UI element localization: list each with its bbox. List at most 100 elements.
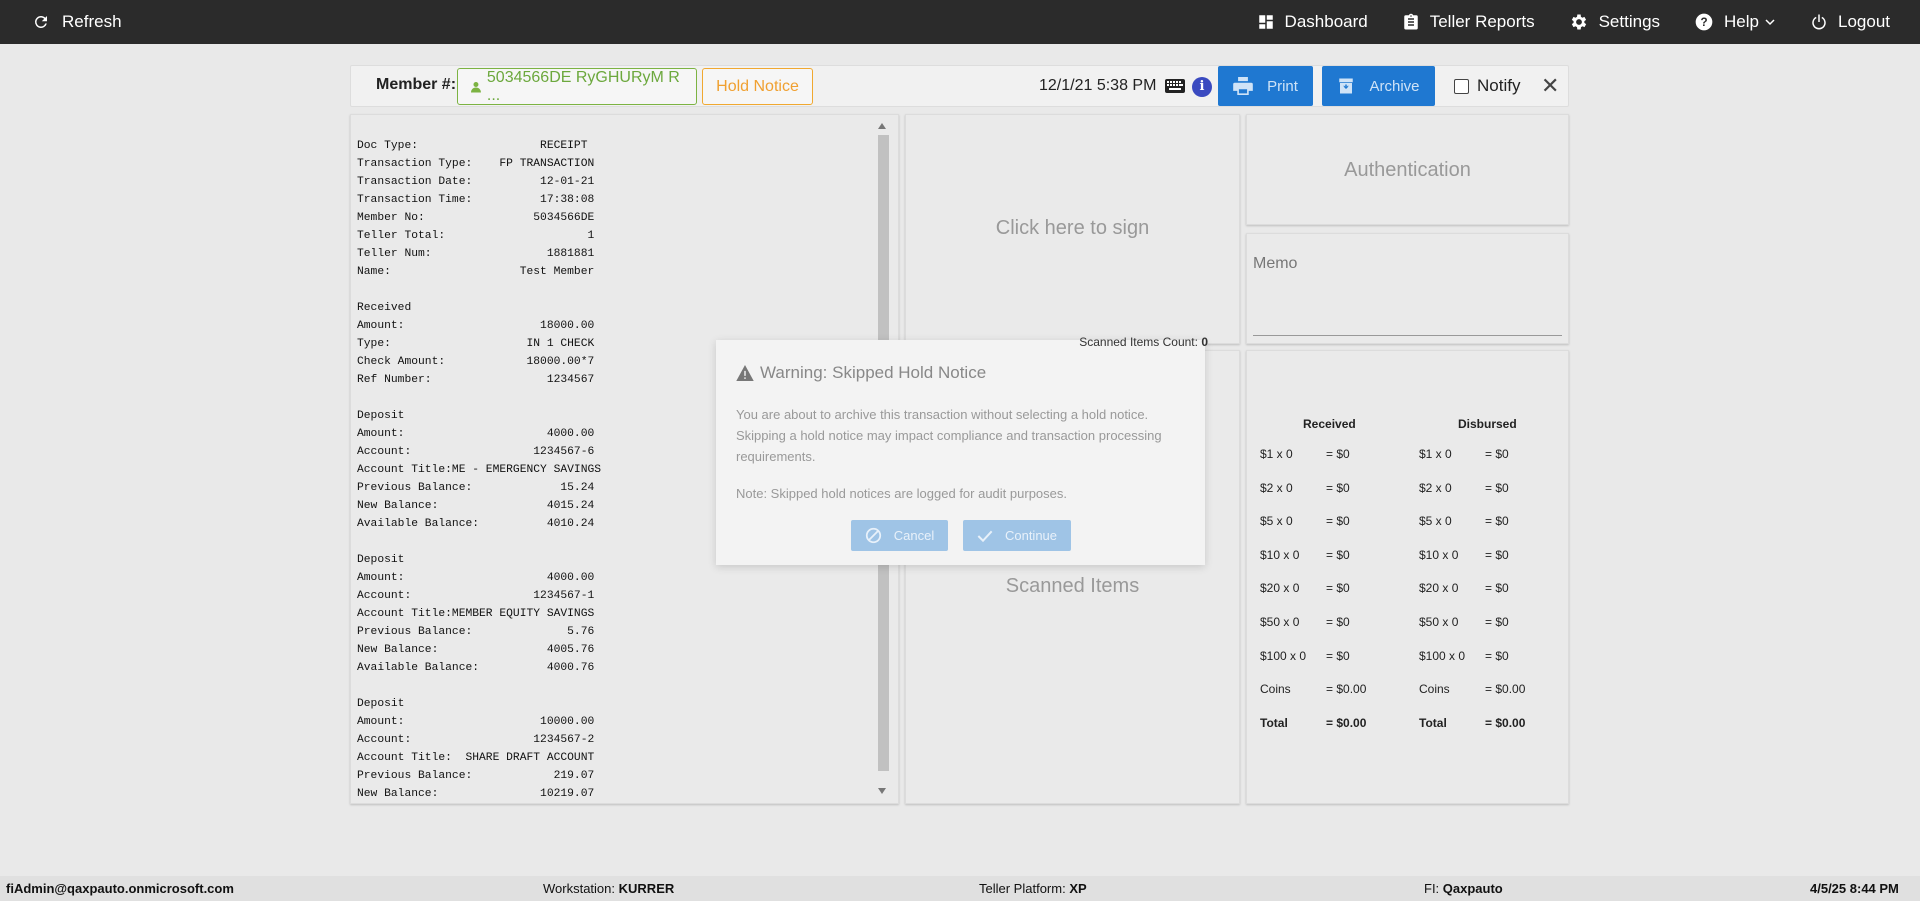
archive-button[interactable]: Archive bbox=[1322, 66, 1435, 106]
cash-denomination: $2 x 0 bbox=[1419, 480, 1452, 495]
cash-denomination: $10 x 0 bbox=[1260, 547, 1300, 562]
scanned-items-label: Scanned Items bbox=[1005, 575, 1140, 597]
scanned-items-count: Scanned Items Count: 0 bbox=[1079, 335, 1208, 349]
cash-amount: = $0 bbox=[1485, 615, 1509, 629]
footer-workstation: Workstation: KURRER bbox=[543, 881, 674, 896]
cash-denomination: $20 x 0 bbox=[1260, 581, 1300, 596]
cash-denomination: Total bbox=[1260, 715, 1288, 730]
scanned-count-label: Scanned Items Count: bbox=[1079, 335, 1198, 349]
cancel-label: Cancel bbox=[893, 528, 935, 543]
refresh-icon bbox=[35, 16, 47, 28]
cash-denomination: Total bbox=[1419, 715, 1447, 730]
cancel-button[interactable]: Cancel bbox=[851, 520, 948, 551]
workstation-value: KURRER bbox=[618, 881, 675, 896]
settings-link[interactable]: Settings bbox=[1569, 0, 1660, 44]
footer-user: fiAdmin@qaxpauto.onmicrosoft.com bbox=[6, 881, 234, 896]
logout-link[interactable]: Logout bbox=[1810, 0, 1890, 44]
dialog-title-text: Warning: Skipped Hold Notice bbox=[760, 363, 987, 382]
notify-checkbox-box[interactable] bbox=[1454, 78, 1469, 94]
cash-denomination: $20 x 0 bbox=[1419, 581, 1459, 596]
cash-denomination: $50 x 0 bbox=[1260, 615, 1300, 629]
dialog-message: You are about to archive this transactio… bbox=[736, 407, 1162, 464]
authentication-label: Authentication bbox=[1344, 159, 1471, 181]
cash-amount: = $0 bbox=[1485, 581, 1509, 596]
memo-input[interactable] bbox=[1253, 335, 1562, 336]
cash-amount: = $0 bbox=[1326, 480, 1350, 495]
cash-amount: = $0.00 bbox=[1326, 682, 1367, 697]
signature-prompt: Click here to sign bbox=[995, 217, 1150, 239]
signature-pad[interactable]: Click here to sign bbox=[905, 114, 1240, 344]
svg-text:?: ? bbox=[1700, 16, 1707, 29]
cash-denomination: $1 x 0 bbox=[1260, 447, 1293, 461]
platform-value: XP bbox=[1069, 881, 1087, 896]
cash-denomination: $5 x 0 bbox=[1419, 514, 1452, 529]
keyboard-icon[interactable] bbox=[1165, 79, 1185, 93]
cash-amount: = $0.00 bbox=[1326, 715, 1367, 730]
ban-icon bbox=[865, 527, 881, 544]
cash-denomination: $100 x 0 bbox=[1419, 648, 1466, 663]
check-icon bbox=[977, 530, 993, 542]
cash-amount: = $0 bbox=[1326, 547, 1350, 562]
printer-icon bbox=[1233, 77, 1253, 95]
archive-label: Archive bbox=[1369, 77, 1420, 95]
cash-denomination: $1 x 0 bbox=[1419, 447, 1452, 461]
dashboard-icon bbox=[1258, 15, 1273, 29]
gear-icon bbox=[1571, 14, 1586, 30]
disbursed-header: Disbursed bbox=[1458, 417, 1517, 431]
scroll-up-arrow-icon[interactable] bbox=[878, 123, 886, 129]
cash-amount: = $0 bbox=[1326, 648, 1350, 663]
scroll-down-arrow-icon[interactable] bbox=[878, 788, 886, 794]
cash-amount: = $0 bbox=[1326, 581, 1350, 596]
clipboard-icon bbox=[1403, 13, 1418, 30]
status-footer: fiAdmin@qaxpauto.onmicrosoft.com Worksta… bbox=[0, 876, 1920, 901]
notify-label: Notify bbox=[1477, 76, 1521, 95]
memo-label: Memo bbox=[1253, 255, 1298, 272]
member-label: Member #: bbox=[376, 76, 457, 93]
close-icon[interactable]: ✕ bbox=[1541, 75, 1559, 97]
cash-denomination: Coins bbox=[1260, 682, 1291, 697]
cash-denomination: $50 x 0 bbox=[1419, 615, 1459, 629]
platform-label: Teller Platform: bbox=[979, 881, 1066, 896]
cash-denomination: Coins bbox=[1419, 682, 1450, 697]
print-label: Print bbox=[1267, 77, 1298, 95]
cash-amount: = $0 bbox=[1326, 615, 1350, 629]
authentication-panel[interactable]: Authentication bbox=[1246, 114, 1569, 225]
teller-reports-link[interactable]: Teller Reports bbox=[1402, 0, 1535, 44]
dialog-note: Note: Skipped hold notices are logged fo… bbox=[736, 486, 1067, 501]
cash-denomination: $2 x 0 bbox=[1260, 480, 1293, 495]
cash-amount: = $0.00 bbox=[1485, 682, 1526, 697]
cash-denomination: $100 x 0 bbox=[1260, 648, 1307, 663]
memo-panel[interactable]: Memo bbox=[1246, 233, 1569, 344]
top-navbar: Refresh Dashboard Teller Reports Setting… bbox=[0, 0, 1920, 44]
cash-denomination: $10 x 0 bbox=[1419, 547, 1459, 562]
hold-notice-button[interactable]: Hold Notice bbox=[702, 68, 813, 105]
help-icon: ? bbox=[1695, 13, 1713, 31]
cash-amount: = $0 bbox=[1485, 648, 1509, 663]
notify-checkbox[interactable]: Notify bbox=[1454, 76, 1520, 96]
refresh-label: Refresh bbox=[62, 12, 122, 31]
dashboard-link[interactable]: Dashboard bbox=[1257, 0, 1368, 44]
teller-reports-label: Teller Reports bbox=[1429, 12, 1535, 31]
info-icon[interactable]: i bbox=[1192, 77, 1212, 97]
cash-amount: = $0 bbox=[1326, 447, 1350, 461]
logout-label: Logout bbox=[1838, 12, 1890, 31]
warning-icon bbox=[736, 365, 754, 381]
member-toolbar: Member #: 5034566DE RyGHURyM R ... Hold … bbox=[350, 65, 1569, 107]
member-value: 5034566DE RyGHURyM R ... bbox=[486, 68, 680, 104]
help-menu[interactable]: ? Help bbox=[1694, 0, 1776, 44]
fi-value: Qaxpauto bbox=[1442, 881, 1503, 896]
cash-amount: = $0 bbox=[1485, 447, 1509, 461]
archive-icon bbox=[1339, 78, 1354, 94]
print-button[interactable]: Print bbox=[1218, 66, 1313, 106]
footer-fi: FI: Qaxpauto bbox=[1424, 881, 1503, 896]
member-button[interactable]: 5034566DE RyGHURyM R ... bbox=[457, 68, 697, 105]
continue-label: Continue bbox=[1004, 528, 1058, 543]
refresh-button[interactable]: Refresh bbox=[32, 0, 122, 44]
dialog-title: Warning: Skipped Hold Notice bbox=[736, 363, 986, 383]
dashboard-label: Dashboard bbox=[1284, 12, 1368, 31]
transaction-datetime: 12/1/21 5:38 PM bbox=[1039, 77, 1157, 94]
workstation-label: Workstation: bbox=[543, 881, 616, 896]
user-icon bbox=[470, 81, 481, 92]
footer-platform: Teller Platform: XP bbox=[979, 881, 1087, 896]
continue-button[interactable]: Continue bbox=[963, 520, 1071, 551]
